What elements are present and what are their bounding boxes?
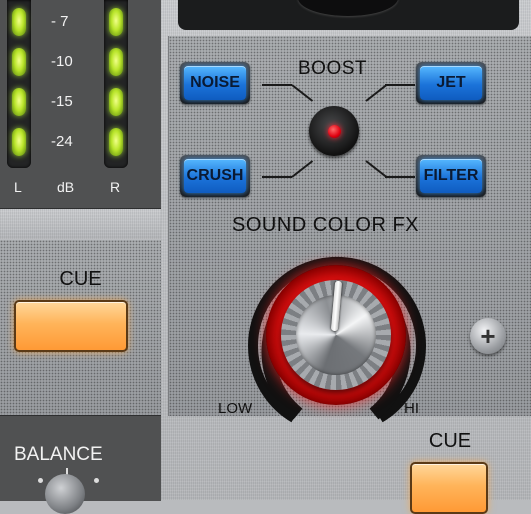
cue-left-panel: CUE [0,240,161,418]
cue-right-button[interactable] [410,462,488,514]
connector-line [262,84,292,86]
meter-led [109,88,123,116]
meter-led [12,8,26,36]
right-channel-label: R [110,179,121,195]
left-channel-meter [7,0,31,168]
noise-fx-label: NOISE [184,66,246,100]
connector-line [262,176,292,178]
meter-led [12,88,26,116]
right-channel-meter [104,0,128,168]
balance-label: BALANCE [14,444,103,465]
meter-scale-label: -15 [51,93,73,110]
boost-label: BOOST [298,58,368,79]
filter-fx-button[interactable]: FILTER [416,155,486,197]
noise-fx-button[interactable]: NOISE [180,62,250,104]
meter-scale-label: - 7 [51,13,69,30]
crush-fx-button[interactable]: CRUSH [180,155,250,197]
top-knob-base [298,0,398,16]
boost-button[interactable] [309,106,359,156]
jet-fx-button[interactable]: JET [416,62,486,104]
db-unit-label: dB [57,179,75,195]
filter-fx-label: FILTER [420,159,482,193]
connector-line [385,84,415,86]
meter-scale-label: -10 [51,53,73,70]
meter-scale-label: -24 [51,133,73,150]
level-meter-panel: - 7 -10 -15 -24 L dB R [0,0,162,209]
panel-divider [0,209,161,239]
boost-led [328,125,341,138]
cue-left-label: CUE [59,268,102,290]
cue-left-button[interactable] [14,300,128,352]
meter-led [109,8,123,36]
meter-led [12,48,26,76]
meter-led [109,128,123,156]
sound-color-fx-title: SOUND COLOR FX [232,214,420,236]
jet-fx-label: JET [420,66,482,100]
hi-label: HI [404,400,419,417]
balance-tick [94,478,99,483]
top-display-bezel [178,0,519,30]
cue-right-label: CUE [428,430,472,452]
balance-tick [38,478,43,483]
crush-fx-label: CRUSH [184,159,246,193]
plus-screw-icon: + [470,318,506,354]
connector-line [385,176,415,178]
meter-led [12,128,26,156]
low-label: LOW [218,400,253,417]
balance-knob[interactable] [45,474,85,514]
meter-led [109,48,123,76]
left-channel-label: L [14,179,22,195]
